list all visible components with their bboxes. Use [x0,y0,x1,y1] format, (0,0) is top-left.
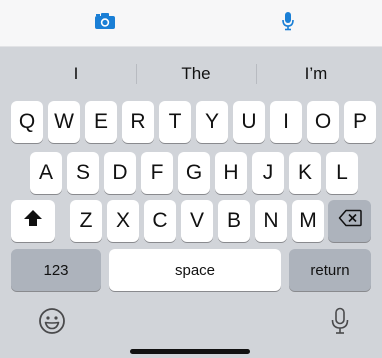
key-y[interactable]: Y [196,101,228,143]
suggestion-item[interactable]: I [16,56,136,92]
key-x[interactable]: X [107,200,139,242]
predictive-bar: I The I’m [0,56,382,92]
key-t[interactable]: T [159,101,191,143]
key-o[interactable]: O [307,101,339,143]
numbers-key[interactable]: 123 [11,249,101,291]
key-a[interactable]: A [30,152,62,194]
key-d[interactable]: D [104,152,136,194]
key-b[interactable]: B [218,200,250,242]
return-key[interactable]: return [289,249,371,291]
camera-button[interactable] [75,0,135,46]
keyboard-toolbar [0,0,382,47]
key-i[interactable]: I [270,101,302,143]
key-v[interactable]: V [181,200,213,242]
dictation-button[interactable] [320,303,360,343]
key-m[interactable]: M [292,200,324,242]
camera-icon [94,12,116,35]
key-r[interactable]: R [122,101,154,143]
key-n[interactable]: N [255,200,287,242]
suggestion-item[interactable]: I’m [256,56,376,92]
key-p[interactable]: P [344,101,376,143]
key-e[interactable]: E [85,101,117,143]
key-s[interactable]: S [67,152,99,194]
key-f[interactable]: F [141,152,173,194]
key-u[interactable]: U [233,101,265,143]
shift-icon [23,209,43,233]
delete-key[interactable] [328,200,371,242]
microphone-button[interactable] [258,0,318,46]
emoji-button[interactable] [32,303,72,343]
dictation-mic-icon [330,307,350,340]
emoji-icon [38,307,66,340]
key-q[interactable]: Q [11,101,43,143]
key-j[interactable]: J [252,152,284,194]
key-z[interactable]: Z [70,200,102,242]
suggestion-item[interactable]: The [136,56,256,92]
key-c[interactable]: C [144,200,176,242]
delete-icon [338,209,362,233]
key-k[interactable]: K [289,152,321,194]
key-h[interactable]: H [215,152,247,194]
microphone-icon [281,11,295,36]
home-indicator[interactable] [130,349,250,354]
space-key[interactable]: space [109,249,281,291]
shift-key[interactable] [11,200,55,242]
key-l[interactable]: L [326,152,358,194]
key-g[interactable]: G [178,152,210,194]
key-w[interactable]: W [48,101,80,143]
